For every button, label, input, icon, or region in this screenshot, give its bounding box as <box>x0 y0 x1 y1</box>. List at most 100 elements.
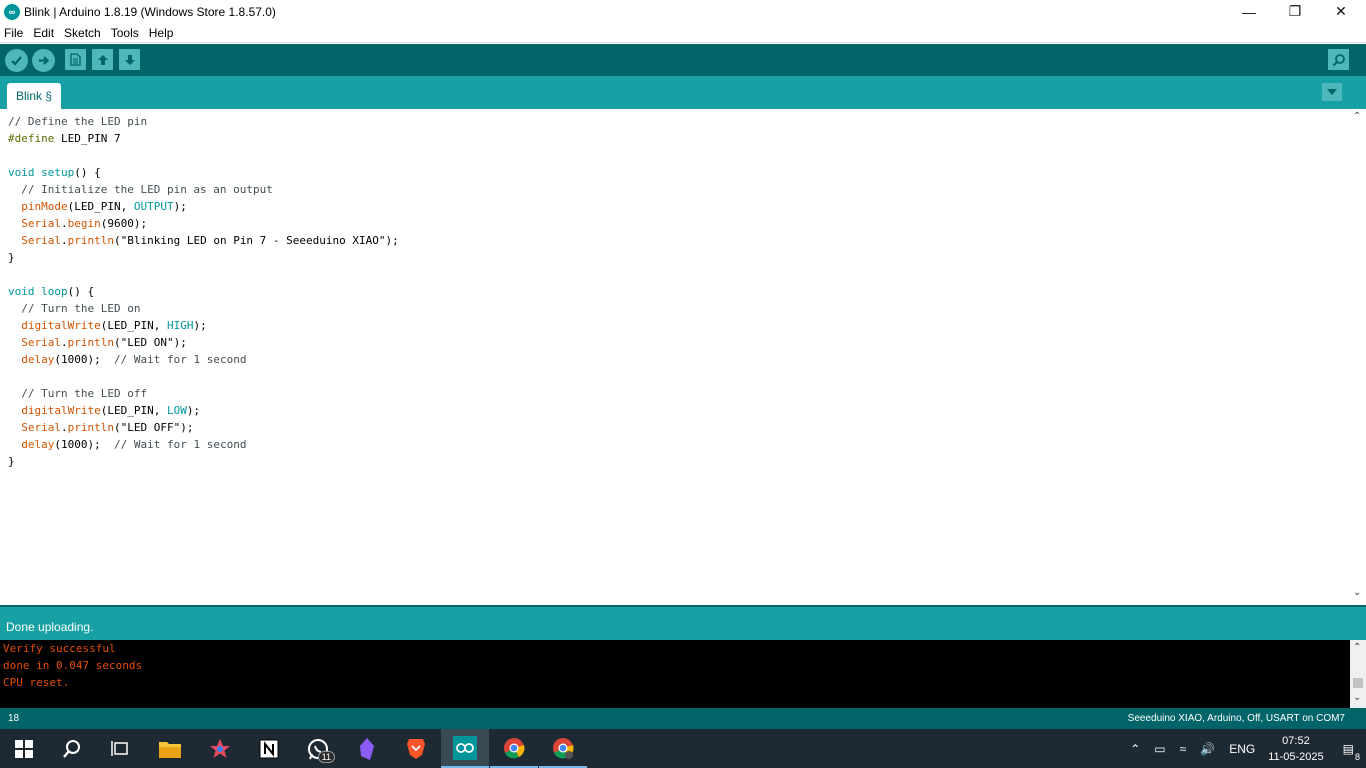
brave-icon <box>407 738 425 759</box>
task-view-icon <box>111 740 128 756</box>
menu-bar: File Edit Sketch Tools Help <box>0 23 1366 43</box>
task-view-button[interactable] <box>96 729 144 768</box>
clock[interactable]: 07:52 11-05-2025 <box>1268 733 1323 765</box>
upload-icon <box>39 56 50 65</box>
console-line: done in 0.047 seconds <box>3 659 143 672</box>
arduino-logo-icon: ∞ <box>4 3 20 20</box>
status-message: Done uploading. <box>6 620 94 634</box>
menu-edit[interactable]: Edit <box>29 26 60 40</box>
open-button[interactable] <box>92 49 113 70</box>
arduino-icon <box>453 735 477 760</box>
obsidian-icon <box>360 737 374 760</box>
code-line: Serial.println("Blinking LED on Pin 7 - … <box>21 234 399 247</box>
code-line: delay(1000); // Wait for 1 second <box>21 438 247 451</box>
window-title: Blink | Arduino 1.8.19 (Windows Store 1.… <box>24 4 276 19</box>
scroll-down-icon[interactable]: ⌄ <box>1353 692 1361 703</box>
code-line: Serial.println("LED ON"); <box>21 336 187 349</box>
menu-help[interactable]: Help <box>145 26 180 40</box>
code-line: // Turn the LED off <box>21 387 148 400</box>
open-icon <box>97 54 108 65</box>
code-text: // Define the LED pin #define LED_PIN 7 v… <box>8 113 399 470</box>
language-indicator[interactable]: ENG <box>1229 742 1255 756</box>
chevron-up-icon[interactable]: ⌃ <box>1130 742 1140 756</box>
code-line: #define LED_PIN 7 <box>8 132 121 145</box>
status-bar: Done uploading. <box>0 605 1366 640</box>
console-line: Verify successful <box>3 642 116 655</box>
tab-menu-button[interactable] <box>1322 83 1342 101</box>
code-line: // Define the LED pin <box>8 115 148 128</box>
notification-button[interactable]: ▤ 8 <box>1342 741 1360 762</box>
serial-monitor-button[interactable] <box>1328 49 1349 70</box>
code-line: // Initialize the LED pin as an output <box>21 183 273 196</box>
taskbar: 11 ⌃ ▭ ≈ 🔊 ENG 07:52 11-05-2025 ▤ 8 <box>0 729 1366 768</box>
menu-sketch[interactable]: Sketch <box>60 26 107 40</box>
code-line: void setup() { <box>8 166 101 179</box>
system-tray: ⌃ ▭ ≈ 🔊 ENG 07:52 11-05-2025 ▤ 8 <box>1123 729 1366 768</box>
serial-monitor-icon <box>1332 53 1345 66</box>
scroll-thumb[interactable] <box>1353 678 1363 688</box>
restore-button[interactable]: ❐ <box>1272 0 1318 23</box>
notification-count: 8 <box>1354 751 1360 762</box>
code-editor[interactable]: // Define the LED pin #define LED_PIN 7 v… <box>0 109 1350 605</box>
console-text: Verify successful done in 0.047 seconds CP… <box>3 640 142 691</box>
file-explorer-button[interactable] <box>146 729 194 768</box>
board-info: Seeeduino XIAO, Arduino, Off, USART on C… <box>1127 713 1345 724</box>
volume-icon[interactable]: 🔊 <box>1200 742 1215 756</box>
console-output[interactable]: Verify successful done in 0.047 seconds CP… <box>0 640 1350 708</box>
save-button[interactable] <box>119 49 140 70</box>
tab-strip: Blink § <box>0 76 1366 109</box>
code-line: // Turn the LED on <box>21 302 141 315</box>
upload-button[interactable] <box>32 49 55 72</box>
scroll-up-icon[interactable]: ⌃ <box>1353 111 1361 122</box>
brave-button[interactable] <box>392 729 440 768</box>
chevron-down-icon <box>1327 89 1337 95</box>
console-line: CPU reset. <box>3 676 70 689</box>
code-line: } <box>8 455 15 468</box>
star-app-icon <box>210 738 230 758</box>
start-button[interactable] <box>0 729 48 768</box>
verify-button[interactable] <box>5 49 28 72</box>
paint-app-button[interactable] <box>196 729 244 768</box>
minimize-button[interactable]: — <box>1226 0 1272 23</box>
code-line: delay(1000); // Wait for 1 second <box>21 353 247 366</box>
whatsapp-button[interactable]: 11 <box>294 729 342 768</box>
console-scrollbar[interactable]: ⌃ ⌄ <box>1350 640 1366 708</box>
editor-scrollbar[interactable]: ⌃ ⌄ <box>1350 109 1366 605</box>
folder-icon <box>159 741 181 758</box>
code-line: } <box>8 251 15 264</box>
notion-button[interactable] <box>245 729 293 768</box>
obsidian-button[interactable] <box>343 729 391 768</box>
notion-icon <box>259 739 279 758</box>
notification-icon: ▤ <box>1342 741 1354 756</box>
verify-icon <box>11 56 22 66</box>
menu-tools[interactable]: Tools <box>107 26 145 40</box>
code-line: digitalWrite(LED_PIN, HIGH); <box>21 319 207 332</box>
tab-blink[interactable]: Blink § <box>7 83 61 109</box>
chrome-profile-button[interactable] <box>539 729 587 768</box>
clock-time: 07:52 <box>1282 734 1310 747</box>
windows-icon <box>15 739 33 758</box>
title-bar: ∞ Blink | Arduino 1.8.19 (Windows Store … <box>0 0 1366 23</box>
whatsapp-badge: 11 <box>317 751 335 763</box>
search-icon <box>63 739 80 758</box>
arduino-taskbar-button[interactable] <box>441 729 489 768</box>
wifi-icon[interactable]: ≈ <box>1180 742 1187 756</box>
code-line: digitalWrite(LED_PIN, LOW); <box>21 404 201 417</box>
scroll-up-icon[interactable]: ⌃ <box>1353 642 1361 653</box>
code-line: Serial.println("LED OFF"); <box>21 421 194 434</box>
save-icon <box>124 54 135 65</box>
search-button[interactable] <box>48 729 96 768</box>
battery-icon[interactable]: ▭ <box>1154 742 1165 756</box>
new-button[interactable] <box>65 49 86 70</box>
close-button[interactable]: ✕ <box>1318 0 1364 23</box>
scroll-down-icon[interactable]: ⌄ <box>1353 587 1361 598</box>
footer-bar: 18 Seeeduino XIAO, Arduino, Off, USART o… <box>0 708 1366 729</box>
chrome-button[interactable] <box>490 729 538 768</box>
code-line: pinMode(LED_PIN, OUTPUT); <box>21 200 187 213</box>
menu-file[interactable]: File <box>0 26 29 40</box>
code-line: void loop() { <box>8 285 95 298</box>
chrome-icon <box>553 737 574 759</box>
